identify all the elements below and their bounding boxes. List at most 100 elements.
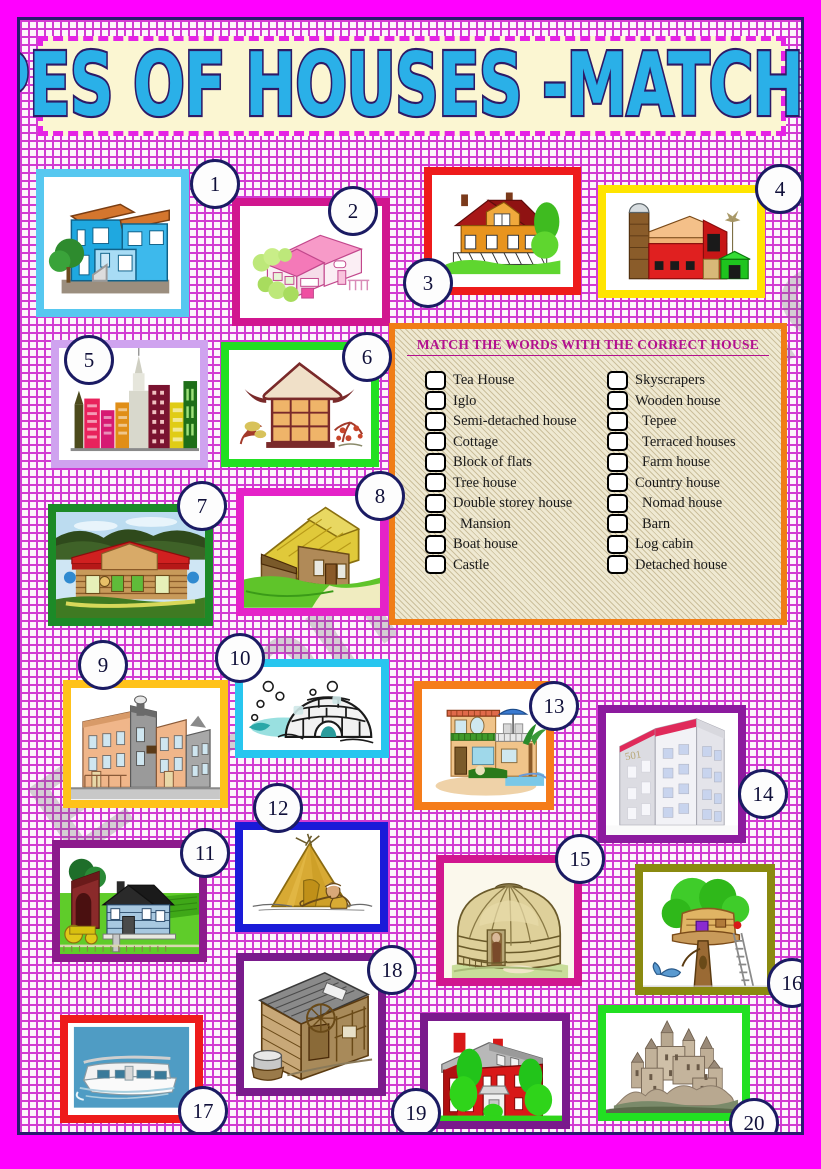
number-badge-18: 18 <box>367 945 417 995</box>
word-label: Tepee <box>642 413 677 429</box>
terraced-houses-image <box>71 688 220 800</box>
picture-frame-20 <box>598 1005 750 1121</box>
picture-frame-1 <box>36 169 189 317</box>
number-badge-13: 13 <box>529 681 579 731</box>
number-badge-8: 8 <box>355 471 405 521</box>
farm-house-image <box>60 848 199 954</box>
checkbox-semi-detached-house[interactable] <box>425 411 446 431</box>
picture-frame-9 <box>63 680 228 808</box>
checkbox-log-cabin[interactable] <box>607 534 628 554</box>
wooden-house-image <box>244 961 378 1088</box>
number-badge-15: 15 <box>555 834 605 884</box>
checkbox-iglo[interactable] <box>425 391 446 411</box>
word-label: Farm house <box>642 454 711 470</box>
checkbox-nomad-house[interactable] <box>607 493 628 513</box>
checkbox-mansion[interactable] <box>425 514 446 534</box>
number-badge-16: 16 <box>767 958 801 1008</box>
word-label: Terraced houses <box>642 433 736 450</box>
number-badge-12: 12 <box>253 783 303 833</box>
word-label: Boat house <box>453 536 518 552</box>
word-label: Tea House <box>453 372 515 388</box>
word-row: Wooden house <box>607 391 773 412</box>
word-list-columns: Tea House Iglo Semi-detached house Cotta… <box>403 370 773 575</box>
picture-frame-18 <box>236 953 386 1096</box>
thatched-cottage-image <box>244 496 380 608</box>
checkbox-wooden-house[interactable] <box>607 391 628 411</box>
word-list-right-column: Skyscrapers Wooden house Tepee Terraced … <box>607 370 773 575</box>
checkbox-block-of-flats[interactable] <box>425 452 446 472</box>
word-label: Cottage <box>453 433 499 450</box>
igloo-image <box>243 667 381 750</box>
block-of-flats-image: 501 <box>606 713 738 835</box>
checkbox-castle[interactable] <box>425 555 446 575</box>
number-badge-19: 19 <box>391 1088 441 1132</box>
word-list-box: MATCH THE WORDS WITH THE CORRECT HOUSE T… <box>389 323 787 625</box>
number-badge-7: 7 <box>177 481 227 531</box>
number-badge-6: 6 <box>342 332 392 382</box>
number-badge-11: 11 <box>180 828 230 878</box>
word-row: Tea House <box>425 370 591 391</box>
page-title: TYPES OF HOUSES -MATCHING <box>20 35 803 137</box>
red-barn-image <box>606 193 757 290</box>
checkbox-tree-house[interactable] <box>425 473 446 493</box>
checkbox-barn[interactable] <box>607 514 628 534</box>
word-row: Log cabin <box>607 534 773 555</box>
picture-frame-4 <box>598 185 765 298</box>
number-badge-14: 14 <box>738 769 788 819</box>
picture-frame-12 <box>235 822 388 932</box>
word-row: Farm house <box>607 452 773 473</box>
picture-frame-16 <box>635 864 775 995</box>
tepee-image <box>243 830 380 924</box>
word-row: Tree house <box>425 473 591 494</box>
word-row: Castle <box>425 555 591 576</box>
word-row: Terraced houses <box>607 432 773 453</box>
checkbox-tepee[interactable] <box>607 411 628 431</box>
number-badge-10: 10 <box>215 633 265 683</box>
checkbox-tea-house[interactable] <box>425 370 446 390</box>
nomad-yurt-image <box>444 863 574 978</box>
word-label: Log cabin <box>635 536 694 552</box>
word-row: Barn <box>607 514 773 535</box>
checkbox-cottage[interactable] <box>425 432 446 452</box>
word-row: Cottage <box>425 432 591 453</box>
word-row: Boat house <box>425 534 591 555</box>
number-badge-9: 9 <box>78 640 128 690</box>
word-row: Nomad house <box>607 493 773 514</box>
checkbox-skyscrapers[interactable] <box>607 370 628 390</box>
word-label: Semi-detached house <box>453 413 577 429</box>
semi-detached-villa-image <box>422 689 546 802</box>
word-label: Country house <box>635 474 720 491</box>
word-label: Iglo <box>453 392 477 409</box>
word-label: Skyscrapers <box>635 372 706 388</box>
word-row: Tepee <box>607 411 773 432</box>
number-badge-20: 20 <box>729 1098 779 1132</box>
number-badge-5: 5 <box>64 335 114 385</box>
log-cabin-image <box>56 512 205 618</box>
word-row: Semi-detached house <box>425 411 591 432</box>
number-badge-2: 2 <box>328 186 378 236</box>
word-row: Skyscrapers <box>607 370 773 391</box>
picture-frame-19 <box>420 1013 570 1129</box>
word-row: Iglo <box>425 391 591 412</box>
word-list-left-column: Tea House Iglo Semi-detached house Cotta… <box>425 370 591 575</box>
checkbox-farm-house[interactable] <box>607 452 628 472</box>
mansion-image <box>428 1021 562 1121</box>
word-label: Nomad house <box>642 495 723 511</box>
number-badge-4: 4 <box>755 164 801 214</box>
word-label: Tree house <box>453 474 517 491</box>
checkbox-detached-house[interactable] <box>607 555 628 575</box>
title-banner: TYPES OF HOUSES -MATCHING <box>20 36 801 136</box>
boat-house-image <box>68 1023 195 1115</box>
checkbox-country-house[interactable] <box>607 473 628 493</box>
word-label: Double storey house <box>453 495 573 511</box>
word-label: Block of flats <box>453 454 532 470</box>
checkbox-double-storey-house[interactable] <box>425 493 446 513</box>
word-label: Wooden house <box>635 392 721 409</box>
word-row: Mansion <box>425 514 591 535</box>
word-label: Detached house <box>635 556 728 573</box>
country-house-image <box>432 175 573 287</box>
checkbox-boat-house[interactable] <box>425 534 446 554</box>
checkbox-terraced-houses[interactable] <box>607 432 628 452</box>
number-badge-3: 3 <box>403 258 453 308</box>
tree-house-image <box>643 872 767 987</box>
